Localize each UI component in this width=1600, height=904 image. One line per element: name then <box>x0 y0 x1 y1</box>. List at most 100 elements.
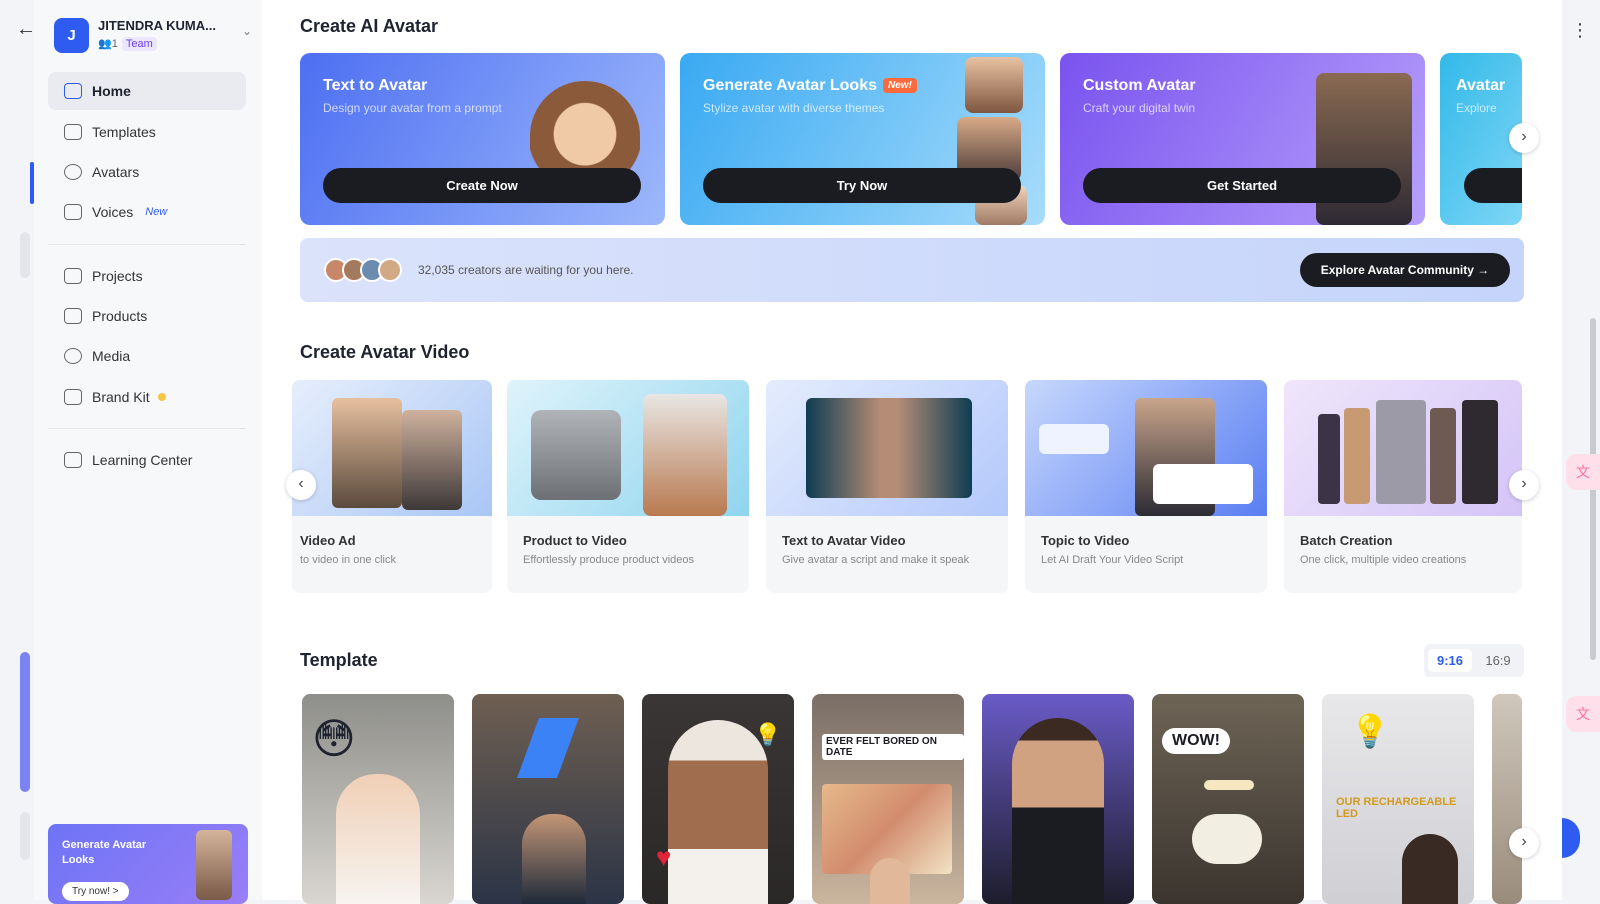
template-card[interactable] <box>982 694 1134 904</box>
sidebar-item-label: Voices <box>92 204 134 220</box>
video-card-product-to-video[interactable]: Product to Video Effortlessly produce pr… <box>507 380 749 593</box>
main-content: Create AI Avatar Text to Avatar Design y… <box>262 0 1562 904</box>
avatar-image <box>870 858 910 904</box>
avatar-image <box>668 720 768 904</box>
card-image <box>1284 380 1522 516</box>
new-badge: New <box>145 206 168 218</box>
card-title: Generate Avatar Looks New! <box>703 77 917 95</box>
sidebar-item-voices[interactable]: Voices New <box>48 193 246 231</box>
script-card-image <box>1153 464 1253 504</box>
avatar-image <box>1430 408 1456 504</box>
sidebar-item-home[interactable]: Home <box>48 72 246 110</box>
avatar-card-generate-looks[interactable]: Generate Avatar Looks New! Stylize avatar… <box>680 53 1045 225</box>
try-now-button[interactable]: Try Now <box>703 168 1021 203</box>
left-strip: ← <box>0 0 36 900</box>
card-title: Avatar <box>1456 77 1506 94</box>
chevron-right-icon[interactable]: › <box>1509 123 1539 153</box>
avatar-image <box>332 398 402 508</box>
back-arrow-icon[interactable]: ← <box>16 18 36 41</box>
card-button[interactable] <box>1464 168 1522 203</box>
learning-center-icon <box>64 452 82 468</box>
projects-icon <box>64 268 82 284</box>
chevron-down-icon[interactable]: ⌄ <box>242 24 252 38</box>
translate-icon[interactable]: 文 <box>1566 696 1600 732</box>
template-card[interactable]: 💡 ♥ <box>642 694 794 904</box>
card-subtitle: Design your avatar from a prompt <box>323 101 502 115</box>
card-title: Product to Video <box>523 533 627 548</box>
community-banner: 32,035 creators are waiting for you here… <box>300 238 1524 302</box>
avatar-image <box>522 814 586 904</box>
sidebar-item-media[interactable]: Media <box>48 337 246 375</box>
card-subtitle: One click, multiple video creations <box>1300 554 1467 566</box>
avatar-image <box>1402 834 1458 904</box>
chat-widget-button[interactable] <box>1562 818 1580 858</box>
template-caption: OUR RECHARGEABLE LED <box>1336 796 1457 820</box>
video-card-topic-to-video[interactable]: Topic to Video Let AI Draft Your Video S… <box>1025 380 1267 593</box>
divider <box>48 428 246 429</box>
avatar-image <box>336 774 420 904</box>
template-card[interactable]: WOW! <box>1152 694 1304 904</box>
card-title: Custom Avatar <box>1083 77 1196 94</box>
section-title-template: Template <box>300 650 378 670</box>
section-title-create-avatar-video: Create Avatar Video <box>300 342 470 362</box>
card-title: Batch Creation <box>1300 533 1393 548</box>
translate-icon[interactable]: 文 <box>1566 454 1600 490</box>
sidebar-item-templates[interactable]: Templates <box>48 113 246 151</box>
card-subtitle: Craft your digital twin <box>1083 101 1196 115</box>
avatar-image <box>402 410 462 510</box>
account-meta: 👥1 Team <box>98 37 157 51</box>
new-badge: New! <box>883 78 917 93</box>
divider <box>48 244 246 245</box>
sidebar-item-label: Projects <box>92 268 143 284</box>
video-card-batch-creation[interactable]: Batch Creation One click, multiple video… <box>1284 380 1522 593</box>
avatar-card-custom-avatar[interactable]: Custom Avatar Craft your digital twin Ge… <box>1060 53 1425 225</box>
get-started-button[interactable]: Get Started <box>1083 168 1401 203</box>
card-image <box>507 380 749 516</box>
sidebar-item-avatars[interactable]: Avatars <box>48 153 246 191</box>
template-card[interactable] <box>1492 694 1522 904</box>
sidebar-item-learning-center[interactable]: Learning Center <box>48 441 246 479</box>
script-card-image <box>1039 424 1109 454</box>
strip-panel <box>20 232 30 278</box>
template-caption: WOW! <box>1162 728 1230 754</box>
ratio-16-9-option[interactable]: 16:9 <box>1476 649 1520 672</box>
sidebar-item-projects[interactable]: Projects <box>48 257 246 295</box>
template-card[interactable]: 😳 <box>302 694 454 904</box>
avatar-image <box>1344 408 1370 504</box>
template-card[interactable]: EVER FELT BORED ON DATE <box>812 694 964 904</box>
more-options-icon[interactable]: ⋮ <box>1571 20 1589 41</box>
community-text: 32,035 creators are waiting for you here… <box>418 263 634 277</box>
media-icon <box>64 348 82 364</box>
explore-avatar-community-button[interactable]: Explore Avatar Community → <box>1300 253 1510 287</box>
ratio-9-16-option[interactable]: 9:16 <box>1428 649 1472 672</box>
strip-panel <box>20 652 30 792</box>
promo-image <box>196 830 232 900</box>
team-badge: Team <box>121 37 157 51</box>
card-image <box>1025 380 1267 516</box>
video-card-video-ad[interactable]: Video Ad to video in one click <box>292 380 492 593</box>
chevron-right-icon[interactable]: › <box>1509 828 1539 858</box>
avatar-image <box>1376 400 1426 504</box>
chevron-left-icon[interactable]: ‹ <box>286 470 316 500</box>
template-card[interactable]: 💡 OUR RECHARGEABLE LED <box>1322 694 1474 904</box>
video-card-text-to-avatar-video[interactable]: Text to Avatar Video Give avatar a scrip… <box>766 380 1008 593</box>
card-image <box>292 380 492 516</box>
member-count: 1 <box>111 38 118 50</box>
sidebar-item-brand-kit[interactable]: Brand Kit <box>48 378 246 416</box>
promo-button[interactable]: Try now! > <box>62 882 129 901</box>
avatar-card-text-to-avatar[interactable]: Text to Avatar Design your avatar from a… <box>300 53 665 225</box>
sidebar-item-products[interactable]: Products <box>48 297 246 335</box>
promo-card[interactable]: Generate Avatar Looks Try now! > <box>48 824 248 904</box>
create-now-button[interactable]: Create Now <box>323 168 641 203</box>
strip-panel <box>20 812 30 860</box>
promo-title: Generate Avatar Looks <box>62 839 147 866</box>
avatar-image <box>806 398 972 498</box>
lamp-image <box>1204 780 1254 790</box>
aspect-ratio-toggle: 9:16 16:9 <box>1424 644 1524 677</box>
sidebar-item-label: Avatars <box>92 164 140 180</box>
chevron-right-icon[interactable]: › <box>1509 470 1539 500</box>
account-switcher[interactable]: J JITENDRA KUMA... 👥1 Team ⌄ <box>54 16 254 56</box>
account-name: JITENDRA KUMA... <box>98 18 216 33</box>
card-title: Text to Avatar Video <box>782 533 906 548</box>
template-card[interactable] <box>472 694 624 904</box>
